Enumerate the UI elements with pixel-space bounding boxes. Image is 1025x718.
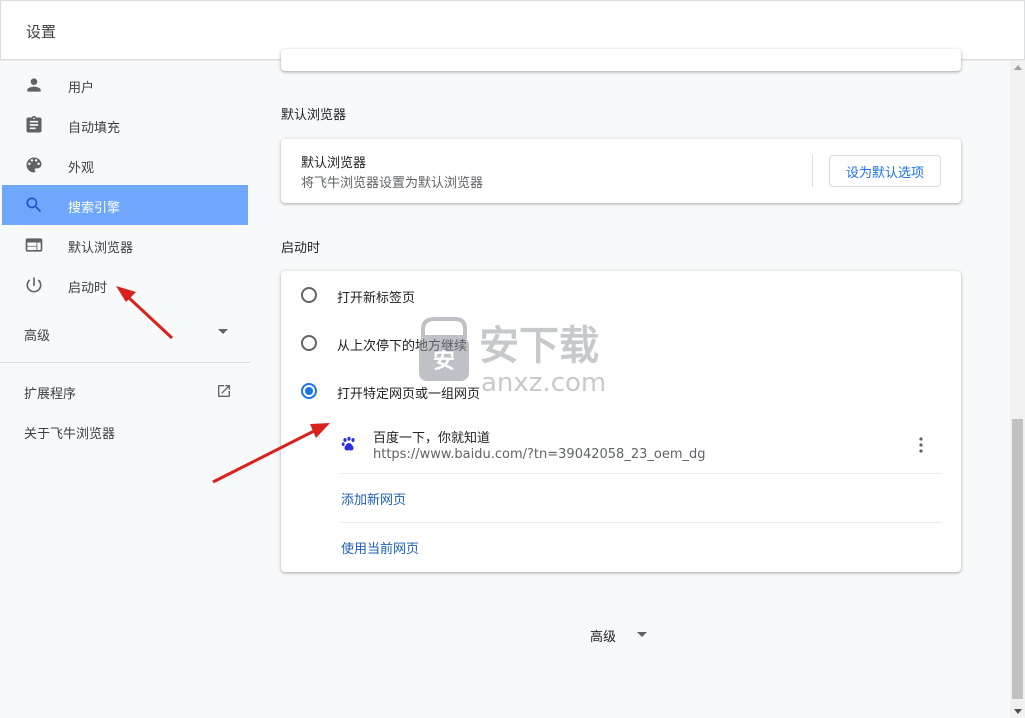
default-browser-section-title: 默认浏览器 [281,108,347,123]
default-browser-row-title: 默认浏览器 [301,156,367,171]
chevron-down-icon [218,329,228,334]
sidebar-item-label: 搜索引擎 [68,201,121,216]
set-default-button[interactable]: 设为默认选项 [829,155,941,187]
scrollbar-thumb[interactable] [1012,419,1023,699]
sidebar-item-label: 外观 [68,161,95,176]
person-icon [27,78,41,92]
palette-icon [26,157,42,173]
previous-section-card [281,49,961,71]
clipboard-icon [26,115,42,133]
startup-option-continue[interactable]: 从上次停下的地方继续 [281,319,961,367]
radio-label: 打开特定网页或一组网页 [337,387,481,402]
startup-option-new-tab[interactable]: 打开新标签页 [281,271,961,319]
chevron-down-icon [637,632,647,637]
use-current-pages-link[interactable]: 使用当前网页 [341,538,419,557]
sidebar-item-label: 自动填充 [68,121,121,136]
sidebar-about-link[interactable]: 关于飞牛浏览器 [0,413,250,449]
add-new-page-link[interactable]: 添加新网页 [341,489,406,508]
sidebar-extensions-label: 扩展程序 [24,387,77,402]
main-content: 默认浏览器 默认浏览器 将飞牛浏览器设置为默认浏览器 设为默认选项 启动时 打开… [250,49,1010,718]
scroll-down-arrow-icon[interactable] [1014,709,1022,714]
sidebar-item-autofill[interactable]: 自动填充 [2,105,248,145]
sidebar-item-label: 默认浏览器 [68,241,134,256]
radio-button-checked[interactable] [301,383,317,399]
more-actions-button[interactable] [909,433,933,457]
default-browser-row-subtitle: 将飞牛浏览器设置为默认浏览器 [301,176,484,191]
footer-advanced-label: 高级 [590,630,617,645]
row-separator [812,155,813,187]
power-icon [26,277,42,293]
default-browser-card: 默认浏览器 将飞牛浏览器设置为默认浏览器 设为默认选项 [281,139,961,203]
radio-label: 从上次停下的地方继续 [337,339,468,354]
more-vert-icon [919,437,923,453]
startup-option-specific-pages[interactable]: 打开特定网页或一组网页 [281,367,961,415]
sidebar-advanced-toggle[interactable]: 高级 [0,315,250,351]
on-startup-card: 打开新标签页 从上次停下的地方继续 打开特定网页或一组网页 百度一下，你就知道 … [281,271,961,572]
sidebar-item-search-engine[interactable]: 搜索引擎 [2,185,248,225]
search-icon [26,197,42,213]
vertical-scrollbar[interactable] [1010,61,1025,718]
sidebar-item-on-startup[interactable]: 启动时 [2,265,248,305]
open-in-new-icon [218,385,230,397]
sidebar-about-label: 关于飞牛浏览器 [24,427,116,442]
startup-page-entry: 百度一下，你就知道 https://www.baidu.com/?tn=3904… [281,415,961,473]
radio-label: 打开新标签页 [337,291,416,306]
divider [341,522,941,523]
on-startup-section-title: 启动时 [281,241,321,256]
sidebar-item-label: 启动时 [68,281,108,296]
scroll-up-arrow-icon[interactable] [1014,65,1022,70]
startup-page-url: https://www.baidu.com/?tn=39042058_23_oe… [373,447,706,462]
startup-page-title: 百度一下，你就知道 [373,431,491,446]
sidebar-item-users[interactable]: 用户 [2,65,248,105]
baidu-paw-icon [341,436,355,451]
page-title: 设置 [26,23,57,41]
radio-button[interactable] [301,335,317,351]
sidebar-extensions-link[interactable]: 扩展程序 [0,373,250,409]
sidebar-item-appearance[interactable]: 外观 [2,145,248,185]
radio-button[interactable] [301,287,317,303]
divider [341,473,941,474]
sidebar-item-label: 用户 [68,81,95,96]
browser-window-icon [25,238,43,252]
sidebar: 用户 自动填充 外观 搜索引擎 默认浏览器 启动时 高级 扩展程序 关于飞牛浏览… [0,61,250,718]
sidebar-divider [0,362,250,363]
footer-advanced-toggle[interactable]: 高级 [580,621,660,649]
sidebar-advanced-label: 高级 [24,329,51,344]
sidebar-item-default-browser[interactable]: 默认浏览器 [2,225,248,265]
